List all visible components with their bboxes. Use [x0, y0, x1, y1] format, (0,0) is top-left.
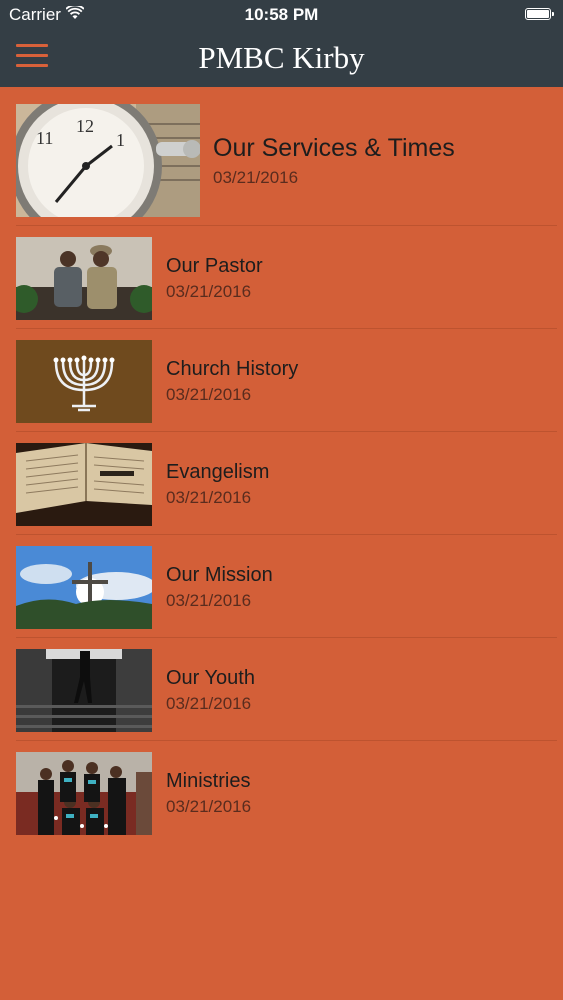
svg-text:11: 11 [36, 128, 53, 148]
pastor-couple-photo [16, 237, 152, 320]
list-item-date: 03/21/2016 [166, 385, 252, 404]
list-item-title: Our Pastor [166, 255, 263, 277]
list-item-history[interactable]: Church History 03/21/2016 [0, 329, 563, 432]
list-item-ministries[interactable]: Ministries 03/21/2016 [0, 741, 563, 844]
list-item-title: Our Youth [166, 667, 255, 689]
page-title: PMBC Kirby [198, 40, 365, 75]
list-item-date: 03/21/2016 [166, 694, 252, 713]
list-item-title: Ministries [166, 770, 251, 792]
battery-icon [525, 8, 554, 20]
youth-stairs-photo [16, 649, 152, 732]
list-item-title: Our Mission [166, 564, 273, 586]
cross-sky-photo [16, 546, 152, 629]
list-item-title: Evangelism [166, 461, 270, 483]
svg-text:12: 12 [76, 116, 94, 136]
clock: 10:58 PM [244, 5, 319, 24]
svg-text:1: 1 [116, 130, 125, 150]
list-item-title: Our Services & Times [213, 134, 455, 162]
list-item-title: Church History [166, 358, 299, 380]
list-item-youth[interactable]: Our Youth 03/21/2016 [0, 638, 563, 741]
app-header: Carrier 10:58 PM PMBC Kirby [0, 0, 563, 87]
open-bible-photo [16, 443, 152, 526]
list-item-date: 03/21/2016 [166, 797, 252, 816]
list-item-date: 03/21/2016 [213, 168, 299, 187]
list-item-pastor[interactable]: Our Pastor 03/21/2016 [0, 226, 563, 329]
list-item-date: 03/21/2016 [166, 282, 252, 301]
status-bar: Carrier 10:58 PM [0, 0, 563, 30]
list-item-services[interactable]: 11 12 1 Our Services & Times 03/21/2016 [0, 87, 563, 226]
ministry-group-photo [16, 752, 152, 835]
list-item-date: 03/21/2016 [166, 488, 252, 507]
list-item-evangelism[interactable]: Evangelism 03/21/2016 [0, 432, 563, 535]
list-item-date: 03/21/2016 [166, 591, 252, 610]
pocket-watch-photo: 11 12 1 [16, 104, 200, 217]
menorah-photo [16, 340, 152, 423]
list-item-mission[interactable]: Our Mission 03/21/2016 [0, 535, 563, 638]
